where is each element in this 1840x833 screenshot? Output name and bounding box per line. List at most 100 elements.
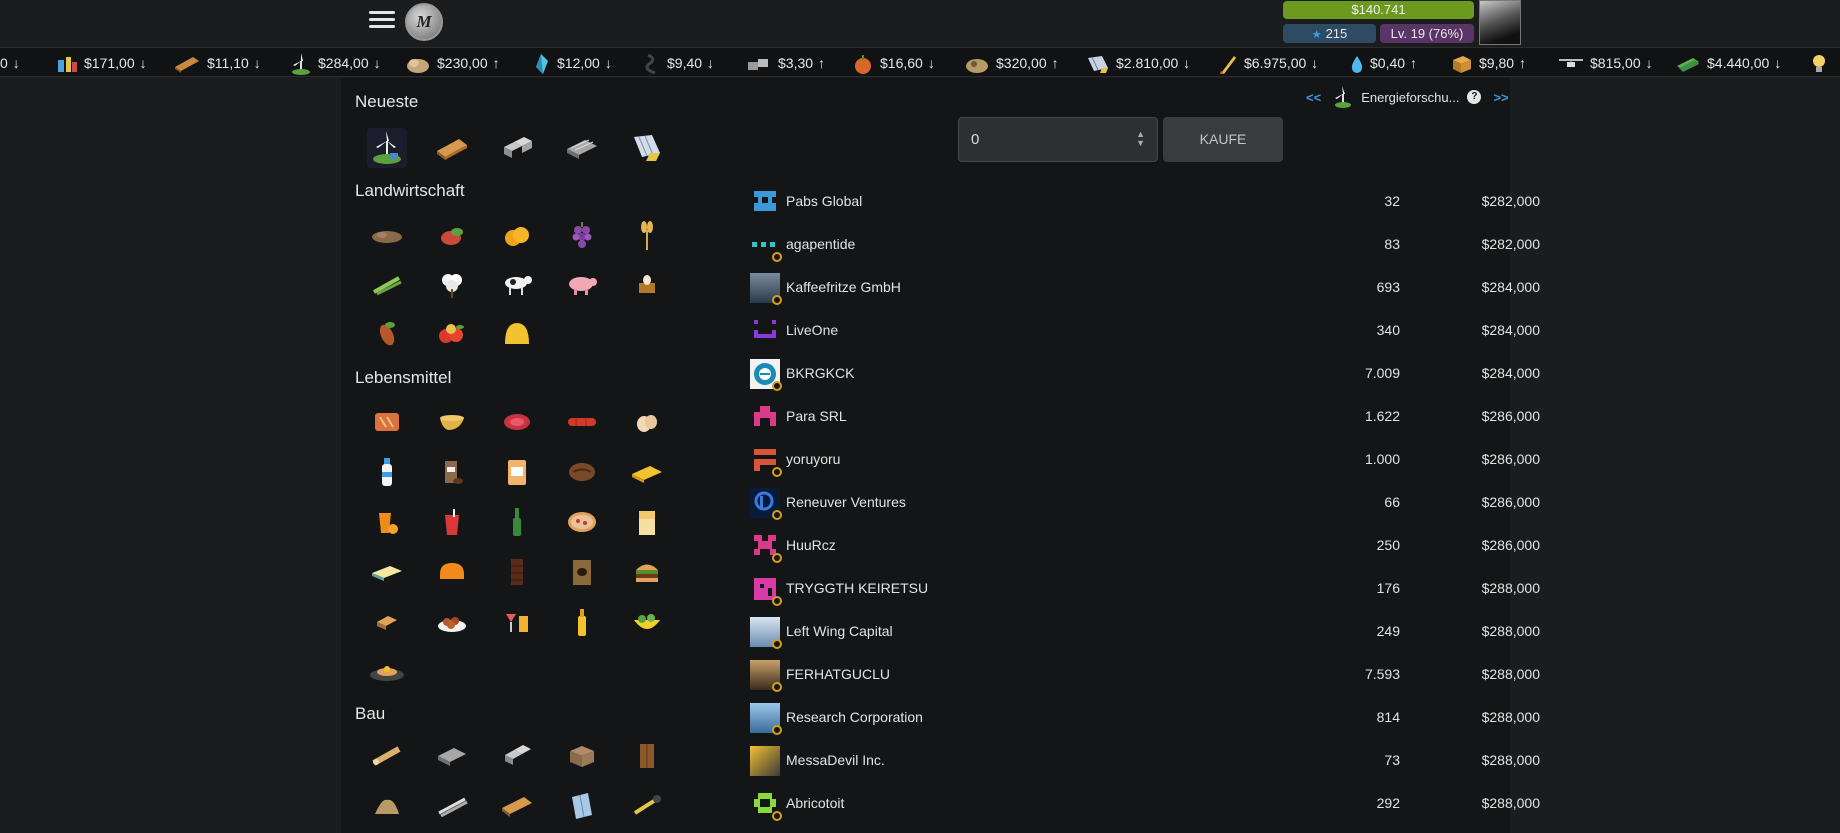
money-display[interactable]: $140.741 xyxy=(1283,1,1474,19)
resource-coffee[interactable] xyxy=(432,452,472,492)
resource-steak[interactable] xyxy=(497,402,537,442)
resource-coffee-powder[interactable] xyxy=(562,552,602,592)
rating-display[interactable]: ★ 215 xyxy=(1283,24,1376,43)
seller-row[interactable]: agapentide 83 $282,000 xyxy=(750,226,1540,262)
resource-clay[interactable] xyxy=(627,736,667,776)
ticker-item[interactable]: $230,00 ↑ xyxy=(405,48,500,76)
ticker-item[interactable]: $12,00 ↓ xyxy=(531,48,612,76)
resource-vegetables[interactable] xyxy=(432,216,472,256)
resource-cows[interactable] xyxy=(497,264,537,304)
seller-row[interactable]: Research Corporation 814 $288,000 xyxy=(750,699,1540,735)
ticker-item[interactable]: $320,00 ↑ xyxy=(964,48,1059,76)
resource-sand[interactable] xyxy=(367,786,407,826)
resource-tools[interactable] xyxy=(627,786,667,826)
seller-row[interactable]: MessaDevil Inc. 73 $288,000 xyxy=(750,742,1540,776)
previous-product-button[interactable]: << xyxy=(1306,90,1321,105)
ticker-item[interactable]: $171,00 ↓ xyxy=(56,48,147,76)
seller-row[interactable]: Reneuver Ventures 66 $286,000 xyxy=(750,484,1540,520)
resource-salad[interactable] xyxy=(627,602,667,642)
ticker-item[interactable]: $2.810,00 ↓ xyxy=(1086,48,1190,76)
seller-row[interactable]: Pabs Global 32 $282,000 xyxy=(750,183,1540,217)
buy-button[interactable]: KAUFE xyxy=(1163,117,1283,162)
resource-seeds[interactable] xyxy=(367,216,407,256)
resource-concrete[interactable] xyxy=(562,736,602,776)
resource-fries[interactable] xyxy=(627,502,667,542)
resource-solar-panels[interactable] xyxy=(627,128,667,168)
ticker-item[interactable]: $9,80 ↑ xyxy=(1451,48,1526,76)
resource-burger[interactable] xyxy=(627,552,667,592)
next-product-button[interactable]: >> xyxy=(1493,90,1508,105)
resource-pizza[interactable] xyxy=(562,502,602,542)
help-icon[interactable]: ? xyxy=(1467,90,1482,104)
resource-cheese[interactable] xyxy=(627,452,667,492)
ticker-item[interactable]: $9,40 ↓ xyxy=(643,48,714,76)
resource-sugarcane[interactable] xyxy=(367,264,407,304)
resource-oranges[interactable] xyxy=(497,216,537,256)
quantity-input[interactable]: 0 ▲ ▼ xyxy=(958,117,1158,162)
resource-cocktails[interactable] xyxy=(497,602,537,642)
seller-row[interactable]: BKRGKCK 7.009 $284,000 xyxy=(750,355,1540,391)
game-logo[interactable]: M xyxy=(405,3,443,41)
ticker-item[interactable]: $284,00 ↓ xyxy=(290,48,381,76)
resource-planks[interactable] xyxy=(432,128,472,168)
resource-cocoa-bean[interactable] xyxy=(562,452,602,492)
seller-row[interactable]: FERHATGUCLU 7.593 $288,000 xyxy=(750,656,1540,692)
resource-planks-construction[interactable] xyxy=(497,786,537,826)
resource-butter[interactable] xyxy=(367,552,407,592)
seller-row[interactable]: Left Wing Capital 249 $288,000 xyxy=(750,613,1540,649)
ticker-item[interactable]: $11,10 ↓ xyxy=(173,48,261,76)
ticker-item[interactable]: 0 ↓ xyxy=(0,48,20,76)
ticker-price: $815,00 xyxy=(1590,55,1641,71)
resource-fruit[interactable] xyxy=(432,314,472,354)
resource-grain[interactable] xyxy=(627,216,667,256)
resource-sausages[interactable] xyxy=(562,402,602,442)
resource-bread[interactable] xyxy=(367,402,407,442)
resource-oil[interactable] xyxy=(562,602,602,642)
ticker-item[interactable] xyxy=(1810,48,1834,76)
ticker-item[interactable]: $6.975,00 ↓ xyxy=(1218,48,1318,76)
resource-meatballs[interactable] xyxy=(432,602,472,642)
resource-cotton[interactable] xyxy=(432,264,472,304)
resource-grapes[interactable] xyxy=(562,216,602,256)
seller-row[interactable]: LiveOne 340 $284,000 xyxy=(750,312,1540,346)
resource-flour[interactable] xyxy=(497,314,537,354)
seller-name: Reneuver Ventures xyxy=(786,494,906,510)
seller-row[interactable]: Abricotoit 292 $288,000 xyxy=(750,785,1540,821)
resource-cheese-wheel[interactable] xyxy=(432,552,472,592)
resource-pigs[interactable] xyxy=(562,264,602,304)
ticker-item[interactable]: $4.440,00 ↓ xyxy=(1675,48,1781,76)
resource-chocolate[interactable] xyxy=(497,552,537,592)
resource-sauce[interactable] xyxy=(432,402,472,442)
resource-eggs-food[interactable] xyxy=(627,402,667,442)
resource-steel[interactable] xyxy=(562,128,602,168)
seller-row[interactable]: yoruyoru 1.000 $286,000 xyxy=(750,441,1540,477)
resource-pastry[interactable] xyxy=(367,602,407,642)
resource-steel-construction[interactable] xyxy=(432,736,472,776)
ticker-item[interactable]: $3,30 ↑ xyxy=(746,48,825,76)
ticker-item[interactable]: $815,00 ↓ xyxy=(1558,48,1653,76)
resource-flour-bag[interactable] xyxy=(497,452,537,492)
seller-row[interactable]: Para SRL 1.622 $286,000 xyxy=(750,398,1540,432)
seller-row[interactable]: TRYGGTH KEIRETSU 176 $288,000 xyxy=(750,570,1540,606)
resource-reinforcing-bars[interactable] xyxy=(432,786,472,826)
resource-eggs[interactable] xyxy=(627,264,667,304)
seller-row[interactable]: Kaffeefritze GmbH 693 $284,000 xyxy=(750,269,1540,305)
resource-meal[interactable] xyxy=(367,652,407,692)
resource-bricks-construction[interactable] xyxy=(497,736,537,776)
resource-orange-juice[interactable] xyxy=(367,502,407,542)
resource-beer[interactable] xyxy=(497,502,537,542)
resource-bricks[interactable] xyxy=(497,128,537,168)
player-avatar[interactable] xyxy=(1479,0,1521,45)
ticker-item[interactable]: $0,40 ↑ xyxy=(1350,48,1417,76)
resource-windows[interactable] xyxy=(562,786,602,826)
resource-milk[interactable] xyxy=(367,452,407,492)
resource-soda[interactable] xyxy=(432,502,472,542)
hamburger-icon[interactable] xyxy=(369,8,395,34)
ticker-item[interactable]: $16,60 ↓ xyxy=(852,48,935,76)
resource-cocoa[interactable] xyxy=(367,314,407,354)
resource-energy-research[interactable] xyxy=(367,128,407,168)
resource-wood[interactable] xyxy=(367,736,407,776)
level-display[interactable]: Lv. 19 (76%) xyxy=(1380,24,1474,43)
stepper-arrows-icon[interactable]: ▲ ▼ xyxy=(1136,130,1145,148)
seller-row[interactable]: HuuRcz 250 $286,000 xyxy=(750,527,1540,563)
